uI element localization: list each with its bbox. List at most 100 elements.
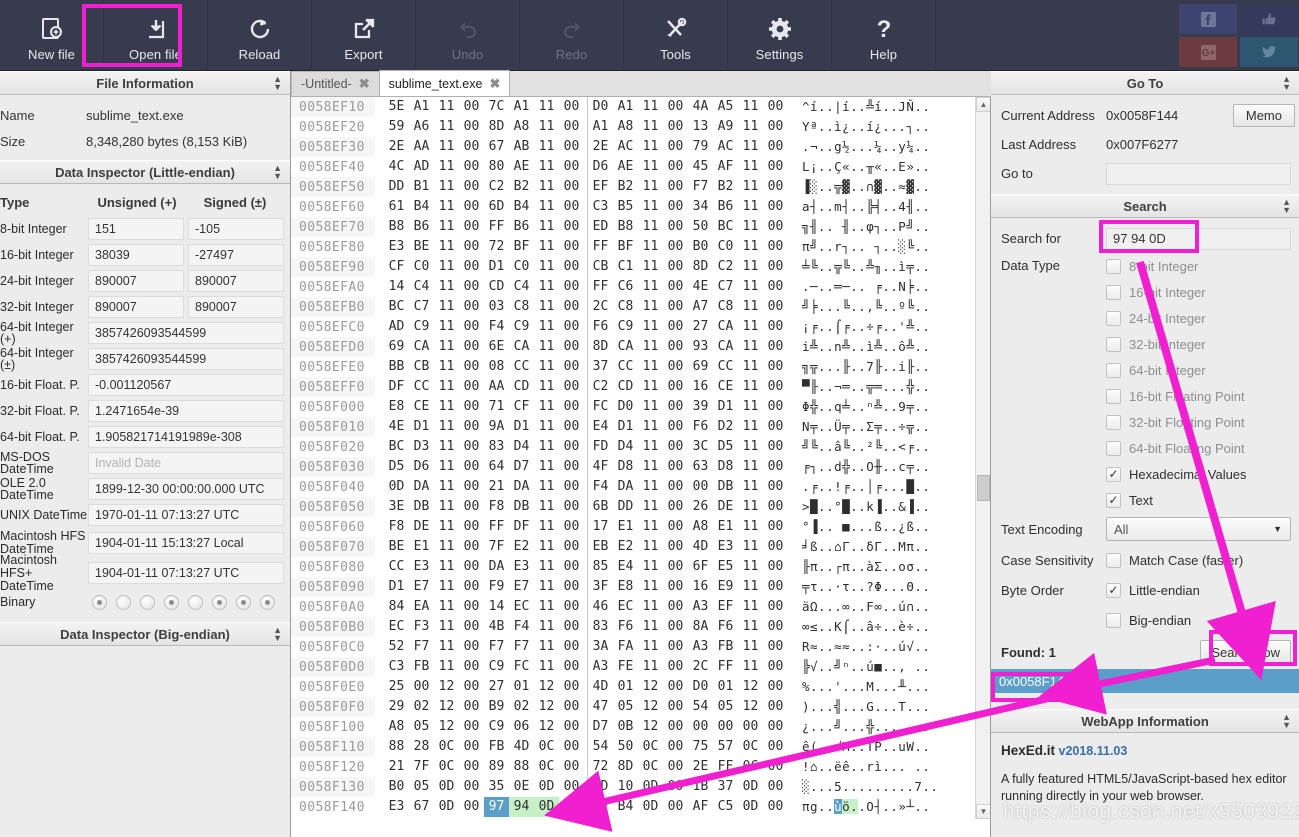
hex-byte[interactable]: A8: [688, 517, 713, 537]
hex-byte-group[interactable]: E8 CE 11 00 71 CF 11 00 FC D0 11 00 39 D1 11 00: [375, 397, 788, 417]
hex-byte[interactable]: 26: [688, 497, 713, 517]
hex-byte-group[interactable]: 25 00 12 00 27 01 12 00 4D 01 12 00 D0 01 12 00: [375, 677, 788, 697]
hex-row[interactable]: 0058F0A0 84 EA 11 00 14 EC 11 00 46 EC 11 00 A3 EF 11 00…: [291, 597, 990, 617]
hex-byte-group[interactable]: BB CB 11 00 08 CC 11 00 37 CC 11 00 69 CC 11 00: [375, 357, 788, 377]
hex-byte[interactable]: 8A: [688, 617, 713, 637]
ascii-column[interactable]: a┤..m┤..╠╡..4╢..: [802, 197, 930, 217]
hex-byte[interactable]: 88: [509, 757, 534, 777]
hex-byte[interactable]: FF: [484, 517, 509, 537]
hex-byte[interactable]: C0: [509, 257, 534, 277]
hex-byte[interactable]: D1: [509, 417, 534, 437]
hex-byte[interactable]: 11: [738, 217, 763, 237]
hex-byte[interactable]: 00: [559, 437, 584, 457]
hex-byte[interactable]: 00: [559, 357, 584, 377]
hex-byte-group[interactable]: 88 28 0C 00 FB 4D 0C 00 54 50 0C 00 75 57 0C 00: [375, 737, 788, 757]
hex-byte[interactable]: 11: [638, 417, 663, 437]
hex-byte[interactable]: 11: [738, 337, 763, 357]
collapse-toggle-icon[interactable]: ▲ ▼: [1282, 198, 1291, 215]
hex-byte[interactable]: 00: [459, 337, 484, 357]
hex-byte[interactable]: 00: [763, 677, 788, 697]
hex-byte[interactable]: 00: [763, 217, 788, 237]
hex-byte[interactable]: E3: [713, 537, 738, 557]
hex-byte[interactable]: 00: [663, 257, 688, 277]
hex-byte[interactable]: 11: [534, 157, 559, 177]
hex-byte[interactable]: 28: [409, 737, 434, 757]
hex-row[interactable]: 0058EFD0 69 CA 11 00 6E CA 11 00 8D CA 11 00 93 CA 11 00…: [291, 337, 990, 357]
hex-byte[interactable]: 00: [559, 197, 584, 217]
hex-byte[interactable]: AA: [484, 377, 509, 397]
hex-byte[interactable]: 11: [638, 157, 663, 177]
hex-byte[interactable]: A7: [688, 297, 713, 317]
data-inspector-value[interactable]: Invalid Date: [88, 452, 284, 474]
ascii-column[interactable]: ╝╞...╚..,╚..º╚..: [802, 297, 930, 317]
hex-byte[interactable]: 7F: [484, 537, 509, 557]
hex-byte[interactable]: DB: [409, 497, 434, 517]
hex-byte[interactable]: E7: [409, 577, 434, 597]
hex-byte[interactable]: 12: [638, 717, 663, 737]
hex-byte[interactable]: D1: [713, 397, 738, 417]
hex-byte[interactable]: F6: [713, 617, 738, 637]
hex-byte[interactable]: FA: [613, 637, 638, 657]
hex-byte[interactable]: 00: [559, 137, 584, 157]
hex-byte-group[interactable]: DF CC 11 00 AA CD 11 00 C2 CD 11 00 16 CE 11 00: [375, 377, 788, 397]
hex-byte[interactable]: 11: [638, 437, 663, 457]
ascii-column[interactable]: .╒..!╒..│╒...█..: [802, 477, 930, 497]
hex-byte[interactable]: 3C: [688, 437, 713, 457]
hex-byte[interactable]: AB: [509, 137, 534, 157]
hex-byte[interactable]: C9: [509, 317, 534, 337]
hex-byte[interactable]: 0D: [534, 777, 559, 797]
hex-byte[interactable]: CA: [509, 337, 534, 357]
hex-byte-group[interactable]: 4E D1 11 00 9A D1 11 00 E4 D1 11 00 F6 D2 11 00: [375, 417, 788, 437]
hex-byte[interactable]: D7: [509, 457, 534, 477]
hex-byte[interactable]: C8: [509, 297, 534, 317]
hex-byte[interactable]: 00: [688, 717, 713, 737]
hex-byte[interactable]: 0D: [638, 777, 663, 797]
hex-byte[interactable]: 69: [688, 357, 713, 377]
hex-byte-group[interactable]: 61 B4 11 00 6D B4 11 00 C3 B5 11 00 34 B6 11 00: [375, 197, 788, 217]
hex-byte[interactable]: 00: [459, 417, 484, 437]
hex-byte[interactable]: 00: [559, 537, 584, 557]
hex-byte[interactable]: 4E: [384, 417, 409, 437]
hex-byte-group[interactable]: BC D3 11 00 83 D4 11 00 FD D4 11 00 3C D5 11 00: [375, 437, 788, 457]
hex-byte[interactable]: E3: [384, 237, 409, 257]
hex-byte[interactable]: AD: [409, 157, 434, 177]
hex-byte[interactable]: 6B: [588, 497, 613, 517]
hex-byte[interactable]: 00: [459, 177, 484, 197]
hex-byte[interactable]: CC: [713, 357, 738, 377]
hex-byte[interactable]: F6: [588, 317, 613, 337]
hex-byte[interactable]: 11: [738, 537, 763, 557]
hex-byte[interactable]: 11: [434, 657, 459, 677]
ascii-column[interactable]: !⌂..ëê..rì... ..: [802, 757, 930, 777]
data-inspector-unsigned-value[interactable]: 890007: [88, 270, 184, 292]
hex-byte[interactable]: D6: [588, 157, 613, 177]
hex-byte[interactable]: 0D: [738, 777, 763, 797]
hex-byte[interactable]: 11: [534, 637, 559, 657]
hex-byte[interactable]: 00: [559, 477, 584, 497]
hex-byte[interactable]: 11: [738, 157, 763, 177]
ascii-column[interactable]: ^í..|í..╩í..JŇ..: [802, 97, 930, 117]
hex-byte[interactable]: 00: [459, 317, 484, 337]
hex-byte[interactable]: B2: [613, 177, 638, 197]
hex-byte[interactable]: 11: [534, 297, 559, 317]
ascii-column[interactable]: ╟π..┌π..àΣ..oσ..: [802, 557, 930, 577]
hex-byte[interactable]: C1: [613, 257, 638, 277]
hex-byte[interactable]: AC: [713, 137, 738, 157]
hex-byte[interactable]: 00: [459, 657, 484, 677]
hex-byte[interactable]: C2: [588, 377, 613, 397]
hex-byte-group[interactable]: CF C0 11 00 D1 C0 11 00 CB C1 11 00 8D C2 11 00: [375, 257, 788, 277]
hex-byte[interactable]: 11: [534, 257, 559, 277]
hex-byte[interactable]: D1: [384, 577, 409, 597]
hex-byte[interactable]: 00: [459, 797, 484, 817]
close-icon[interactable]: ✖: [359, 76, 370, 92]
hex-byte[interactable]: F6: [688, 417, 713, 437]
hex-byte[interactable]: 00: [409, 677, 434, 697]
hex-row[interactable]: 0058F000 E8 CE 11 00 71 CF 11 00 FC D0 11 00 39 D1 11 00…: [291, 397, 990, 417]
hex-byte[interactable]: 94: [509, 797, 534, 817]
hex-row[interactable]: 0058EFC0 AD C9 11 00 F4 C9 11 00 F6 C9 11 00 27 CA 11 00…: [291, 317, 990, 337]
hex-byte[interactable]: B8: [384, 217, 409, 237]
hex-byte[interactable]: DF: [384, 377, 409, 397]
ascii-column[interactable]: ê(..√M..TP..uW..: [802, 737, 930, 757]
hex-row[interactable]: 0058F050 3E DB 11 00 F8 DB 11 00 6B DD 11 00 26 DE 11 00…: [291, 497, 990, 517]
data-inspector-signed-value[interactable]: 890007: [188, 270, 284, 292]
hex-row[interactable]: 0058F100 A8 05 12 00 C9 06 12 00 D7 0B 12 00 00 00 00 00…: [291, 717, 990, 737]
